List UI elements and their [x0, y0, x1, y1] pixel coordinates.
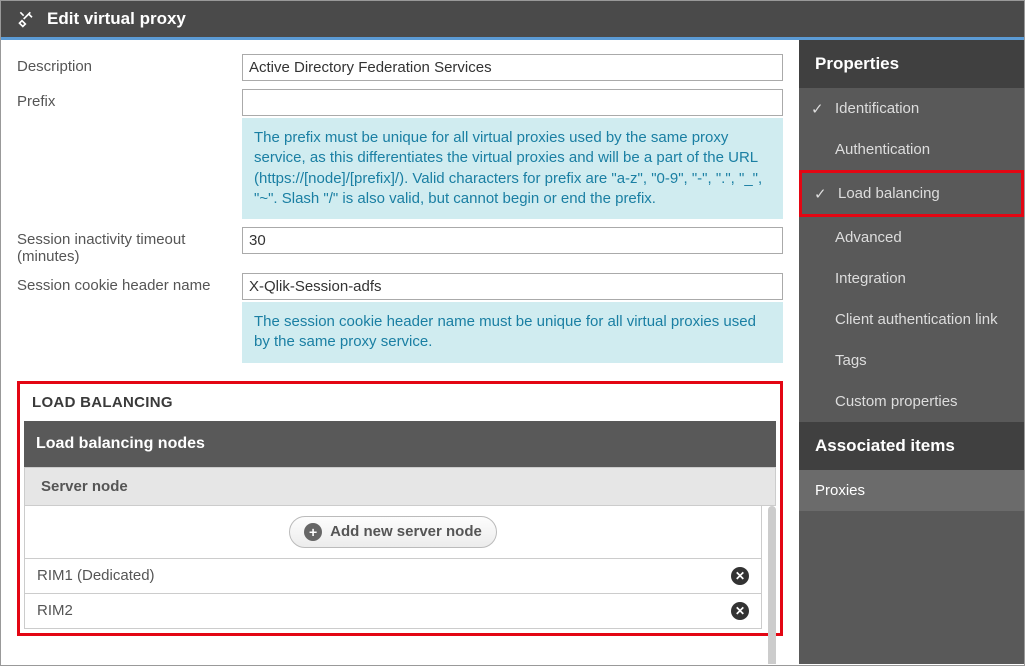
edit-icon: [17, 9, 37, 29]
server-node-row[interactable]: RIM1 (Dedicated) ✕: [24, 559, 762, 594]
add-button-label: Add new server node: [330, 523, 482, 540]
sidebar-item-integration[interactable]: Integration: [799, 258, 1024, 299]
prefix-info: The prefix must be unique for all virtua…: [242, 118, 783, 219]
server-node-row[interactable]: RIM2 ✕: [24, 594, 762, 629]
add-row: + Add new server node: [24, 506, 762, 559]
main-panel: Description Prefix The prefix must be un…: [1, 40, 799, 664]
sidebar-item-label: Client authentication link: [835, 311, 998, 328]
sidebar-item-advanced[interactable]: Advanced: [799, 217, 1024, 258]
page-title: Edit virtual proxy: [47, 9, 186, 29]
timeout-input[interactable]: [242, 227, 783, 254]
sidebar-item-load-balancing[interactable]: ✓ Load balancing: [802, 173, 1021, 214]
prefix-label: Prefix: [17, 89, 242, 110]
server-node-column-header: Server node: [24, 467, 776, 506]
sidebar-item-label: Tags: [835, 352, 867, 369]
timeout-label: Session inactivity timeout (minutes): [17, 227, 242, 265]
server-node-name: RIM2: [37, 602, 73, 619]
sidebar-item-label: Authentication: [835, 141, 930, 158]
sidebar-item-custom-properties[interactable]: Custom properties: [799, 381, 1024, 422]
sidebar-item-label: Identification: [835, 100, 919, 117]
server-node-name: RIM1 (Dedicated): [37, 567, 155, 584]
plus-icon: +: [304, 523, 322, 541]
load-balancing-title: LOAD BALANCING: [24, 388, 776, 421]
sidebar-item-label: Advanced: [835, 229, 902, 246]
description-input[interactable]: [242, 54, 783, 81]
cookie-input[interactable]: [242, 273, 783, 300]
page-header: Edit virtual proxy: [1, 1, 1024, 37]
sidebar-item-tags[interactable]: Tags: [799, 340, 1024, 381]
sidebar-item-proxies[interactable]: Proxies: [799, 470, 1024, 511]
sidebar-item-label: Proxies: [815, 482, 865, 499]
description-label: Description: [17, 54, 242, 75]
remove-node-icon[interactable]: ✕: [731, 602, 749, 620]
check-icon: ✓: [811, 100, 824, 118]
prefix-input[interactable]: [242, 89, 783, 116]
scrollbar[interactable]: [768, 506, 776, 665]
cookie-info: The session cookie header name must be u…: [242, 302, 783, 363]
cookie-label: Session cookie header name: [17, 273, 242, 294]
sidebar-item-identification[interactable]: ✓ Identification: [799, 88, 1024, 129]
associated-items-title: Associated items: [799, 422, 1024, 470]
add-server-node-button[interactable]: + Add new server node: [289, 516, 497, 548]
sidebar-item-label: Custom properties: [835, 393, 958, 410]
sidebar-highlight: ✓ Load balancing: [799, 170, 1024, 217]
sidebar-item-authentication[interactable]: Authentication: [799, 129, 1024, 170]
remove-node-icon[interactable]: ✕: [731, 567, 749, 585]
load-balancing-subheader: Load balancing nodes: [24, 421, 776, 467]
sidebar-item-client-auth-link[interactable]: Client authentication link: [799, 299, 1024, 340]
properties-title: Properties: [799, 40, 1024, 88]
sidebar-item-label: Load balancing: [838, 185, 940, 202]
sidebar-item-label: Integration: [835, 270, 906, 287]
load-balancing-highlight: LOAD BALANCING Load balancing nodes Serv…: [17, 381, 783, 636]
check-icon: ✓: [814, 185, 827, 203]
sidebar: Properties ✓ Identification Authenticati…: [799, 40, 1024, 664]
